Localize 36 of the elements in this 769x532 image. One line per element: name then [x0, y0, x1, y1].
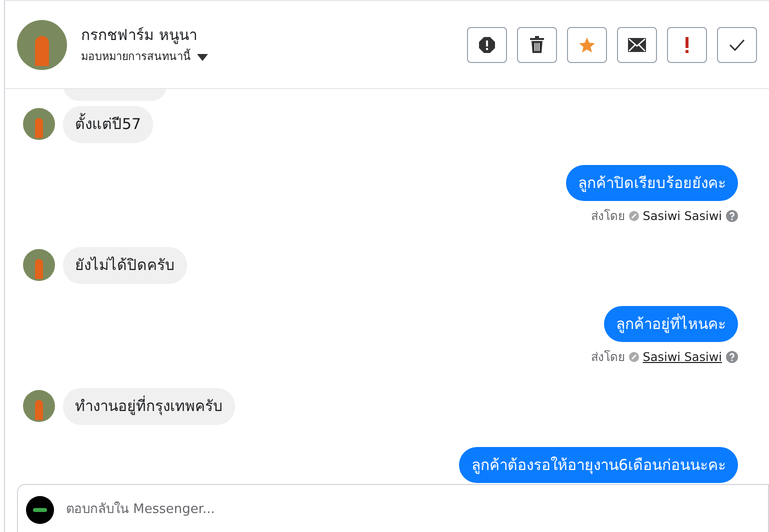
page-avatar — [26, 496, 54, 524]
badge-icon — [628, 352, 639, 362]
trash-icon — [529, 36, 545, 54]
envelope-icon — [628, 38, 646, 52]
sent-by-label: ส่งโดย — [590, 349, 625, 366]
message-bubble: ทำงานอยู่ที่กรุงเทพครับ — [63, 388, 235, 424]
avatar — [17, 20, 67, 70]
mail-button[interactable] — [617, 26, 657, 62]
star-icon — [578, 36, 596, 54]
check-icon — [729, 38, 745, 50]
alert-icon — [478, 36, 496, 54]
check-button[interactable] — [717, 26, 757, 62]
message-bubble: ตั้งแต่ปี57 — [63, 106, 154, 142]
important-button[interactable] — [667, 26, 707, 62]
contact-name: กรกชฟาร์ม หนูนา — [81, 24, 198, 46]
message-bubble: ลูกค้าอยู่ที่ไหนคะ — [604, 306, 738, 342]
message-bubble: ยังไม่ได้ปิดครับ — [63, 247, 187, 284]
alert-button[interactable] — [467, 26, 507, 62]
trash-button[interactable] — [517, 26, 557, 62]
avatar — [23, 390, 55, 422]
reply-box[interactable]: ตอบกลับใน Messenger... — [17, 484, 769, 532]
message-bubble: ลูกค้าปิดเรียบร้อยยังคะ — [566, 164, 738, 201]
sender-link[interactable]: Sasiwi Sasiwi — [642, 207, 722, 225]
avatar — [23, 249, 55, 282]
caret-icon — [197, 54, 208, 61]
assign-dropdown[interactable]: มอบหมายการสนทนานี้ — [81, 49, 208, 66]
help-icon — [726, 351, 738, 363]
star-button[interactable] — [567, 26, 607, 62]
help-icon — [726, 210, 738, 222]
sender-link[interactable]: Sasiwi Sasiwi — [642, 348, 722, 366]
message-bubble: ลูกค้าต้องรอให้อายุงาน6เดือนก่อนนะคะ — [459, 446, 738, 483]
sent-by-label: ส่งโดย — [590, 208, 625, 225]
avatar — [23, 108, 55, 140]
reply-field[interactable]: ตอบกลับใน Messenger... — [66, 500, 760, 520]
badge-icon — [628, 211, 639, 221]
exclamation-icon — [685, 36, 689, 52]
